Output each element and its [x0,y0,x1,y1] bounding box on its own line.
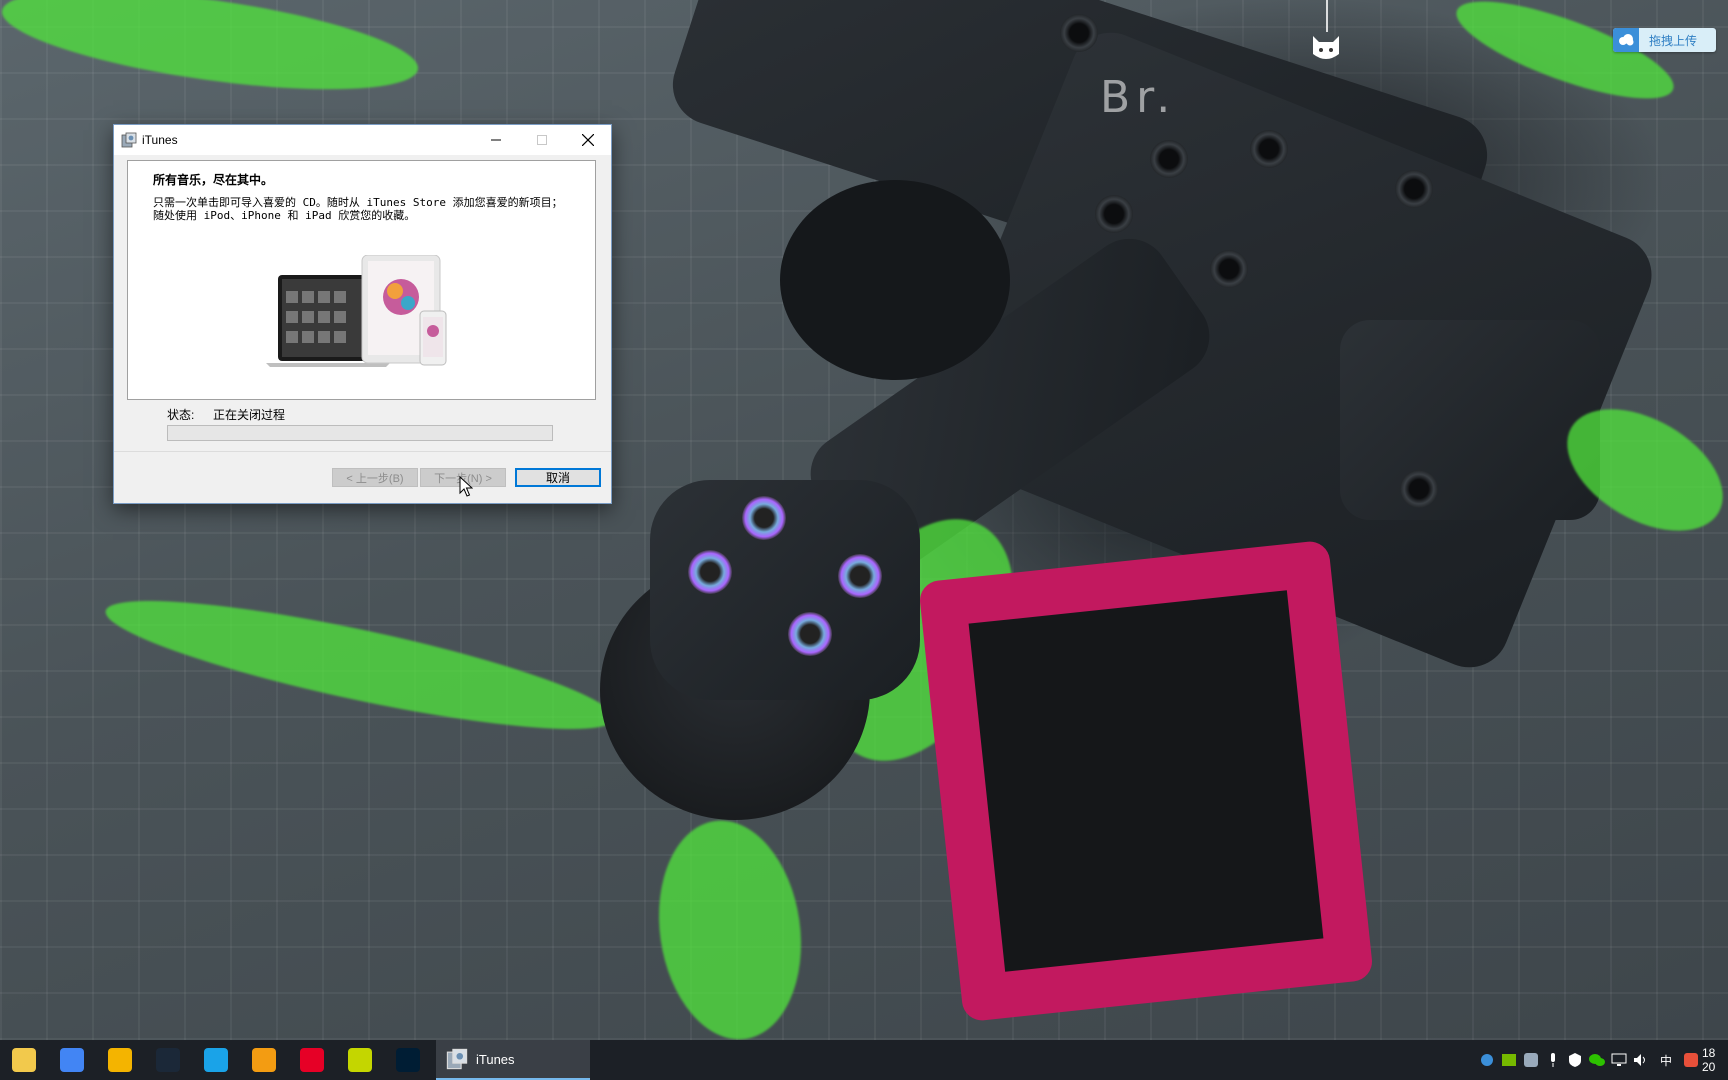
footer-divider [114,451,611,452]
taskbar-app-steam[interactable] [144,1040,192,1080]
hanging-string [1326,0,1328,32]
close-button[interactable] [565,125,611,155]
wallpaper-bolt [1095,195,1133,233]
volume-icon[interactable] [1630,1040,1652,1080]
wallpaper-propeller [98,576,622,754]
taskbar-app-photoshop[interactable] [384,1040,432,1080]
taskbar-app-x-app[interactable] [240,1040,288,1080]
cat-icon[interactable] [1309,30,1343,64]
wallpaper-bolt [1210,250,1248,288]
close-icon [582,134,594,146]
baidu-netdisk-tray-icon[interactable] [1476,1040,1498,1080]
welcome-panel: 所有音乐，尽在其中。 只需一次单击即可导入喜爱的 CD。随时从 iTunes S… [127,160,596,400]
wechat-icon[interactable] [1586,1040,1608,1080]
status-value: 正在关闭过程 [213,408,286,422]
wallpaper-screw [788,612,832,656]
wallpaper-frame [1340,320,1600,520]
taskbar-app-cortana-c[interactable] [192,1040,240,1080]
wallpaper-camera-cage [918,539,1374,1023]
wallpaper-bolt [1060,14,1098,52]
installer-icon [446,1048,468,1070]
yellow-app-icon [348,1048,372,1072]
wallpaper-screw [688,550,732,594]
wallpaper-screw [742,496,786,540]
cortana-c-icon [204,1048,228,1072]
minimize-button[interactable] [473,125,519,155]
panel-headline: 所有音乐，尽在其中。 [153,173,274,187]
minimize-icon [491,139,501,141]
input-method-indicator[interactable]: 中 [1652,1040,1680,1080]
itunes-setup-dialog: iTunes 所有音乐，尽在其中。 只需一次单击即可导入喜爱的 CD。随时从 i… [113,124,612,504]
network-icon[interactable] [1608,1040,1630,1080]
wallpaper-frame-hole [780,180,1010,380]
nvidia-tray-icon[interactable] [1498,1040,1520,1080]
pinned-apps [0,1040,432,1080]
dialog-titlebar[interactable]: iTunes [114,125,611,155]
wallpaper-screw [838,554,882,598]
wallpaper-bolt [1400,470,1438,508]
wallpaper-bolt [1150,140,1188,178]
taskbar-app-chrome[interactable] [48,1040,96,1080]
clock-date: 20 [1702,1060,1716,1074]
status-label: 状态: [167,408,195,422]
app-tray-icon[interactable] [1520,1040,1542,1080]
taskbar-app-file-explorer[interactable] [0,1040,48,1080]
steam-icon [156,1048,180,1072]
panel-description: 只需一次单击即可导入喜爱的 CD。随时从 iTunes Store 添加您喜爱的… [153,196,563,222]
wallpaper-watermark: Br. [1100,72,1177,123]
maximize-button[interactable] [519,125,565,155]
back-button[interactable]: < 上一步(B) [332,468,418,487]
wallpaper-propeller [1446,0,1684,118]
upload-widget-label: 拖拽上传 [1649,33,1698,48]
clock-time: 18 [1702,1046,1716,1060]
wallpaper-propeller [0,0,424,109]
wallpaper-bolt [1395,170,1433,208]
windows-defender-icon[interactable] [1564,1040,1586,1080]
chrome-canary-icon [108,1048,132,1072]
maximize-icon [537,135,547,145]
taskbar-app-chrome-canary[interactable] [96,1040,144,1080]
file-explorer-icon [12,1048,36,1072]
taskbar-app-yellow-app[interactable] [336,1040,384,1080]
microphone-icon[interactable] [1542,1040,1564,1080]
dialog-title: iTunes [142,133,178,147]
taskbar-app-netease-music[interactable] [288,1040,336,1080]
apple-devices-illustration [266,255,447,367]
wallpaper-propeller [645,811,815,1040]
system-tray: 中 18 20 [1476,1040,1728,1080]
taskbar-window-label: iTunes [476,1051,515,1067]
cancel-button[interactable]: 取消 [515,468,601,487]
x-app-icon [252,1048,276,1072]
cloud-icon [1613,28,1639,52]
taskbar: iTunes 中 18 20 [0,1040,1728,1080]
sogou-ime-icon[interactable] [1680,1040,1702,1080]
netease-music-icon [300,1048,324,1072]
installer-icon [121,132,137,148]
taskbar-itunes-window[interactable]: iTunes [436,1040,590,1080]
photoshop-icon [396,1048,420,1072]
system-clock[interactable]: 18 20 [1702,1040,1728,1080]
install-progress-bar [167,425,553,441]
chrome-icon [60,1048,84,1072]
mouse-cursor-icon [459,476,473,497]
wallpaper-bolt [1250,130,1288,168]
drag-upload-widget[interactable]: 拖拽上传 [1613,28,1716,52]
